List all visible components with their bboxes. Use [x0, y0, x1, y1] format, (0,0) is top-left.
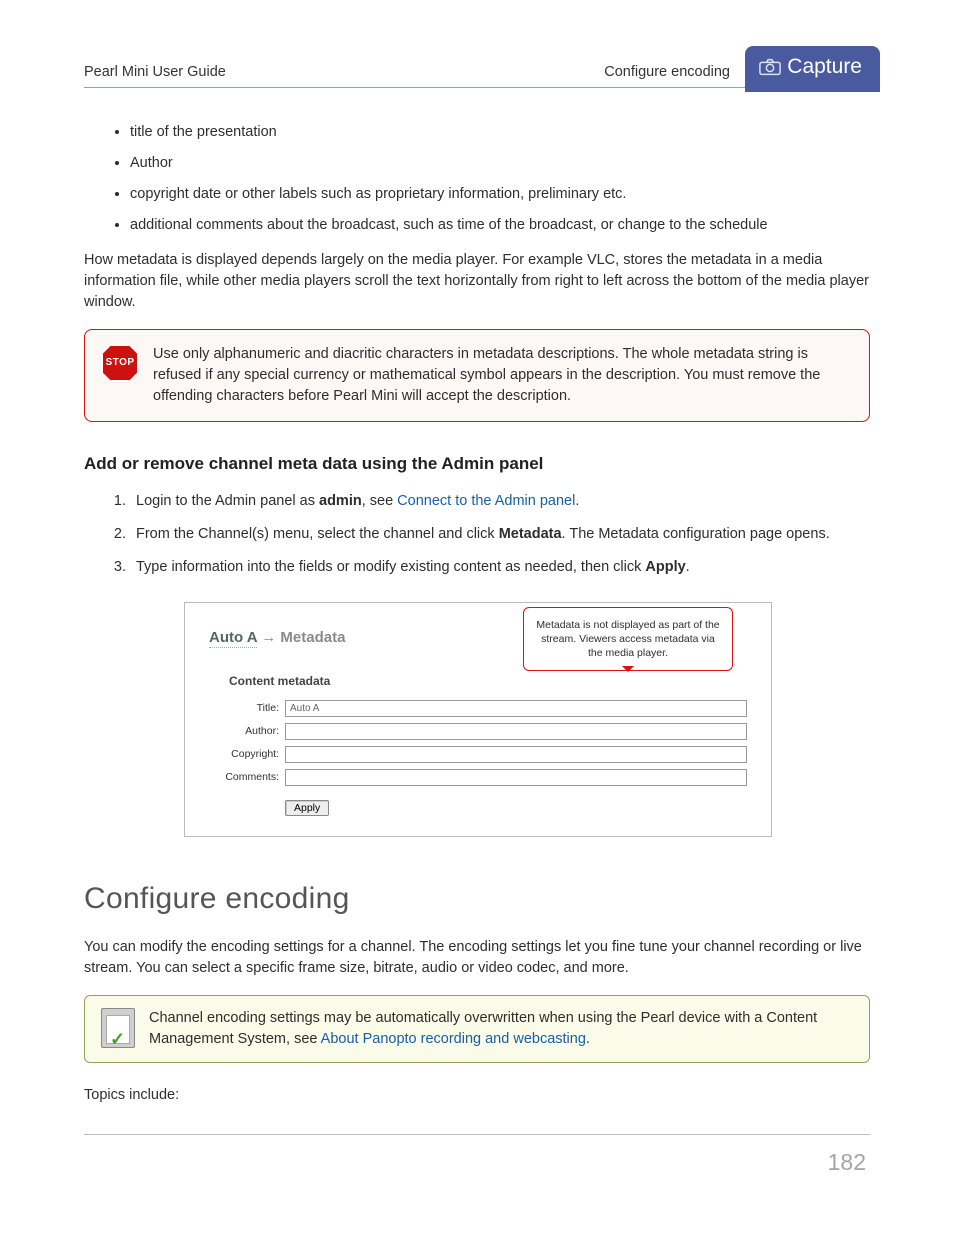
breadcrumb-page: Metadata [280, 629, 345, 646]
topics-label: Topics include: [84, 1085, 870, 1106]
stop-callout: STOP Use only alphanumeric and diacritic… [84, 329, 870, 422]
step-item: Login to the Admin panel as admin, see C… [130, 491, 870, 512]
camera-icon [759, 58, 781, 76]
callout-balloon: Metadata is not displayed as part of the… [523, 607, 733, 672]
procedure-heading: Add or remove channel meta data using th… [84, 452, 870, 477]
comments-field[interactable] [285, 769, 747, 786]
label-title: Title: [209, 701, 279, 716]
breadcrumb-channel: Auto A [209, 629, 257, 648]
admin-panel-screenshot: Metadata is not displayed as part of the… [184, 602, 772, 837]
page-header: Pearl Mini User Guide Configure encoding… [84, 62, 870, 88]
list-item: title of the presentation [130, 122, 870, 143]
section-tab-label: Capture [787, 52, 862, 82]
label-copyright: Copyright: [209, 747, 279, 762]
metadata-bullet-list: title of the presentation Author copyrig… [84, 122, 870, 236]
page-number: 182 [828, 1146, 866, 1179]
body-paragraph: You can modify the encoding settings for… [84, 937, 870, 979]
footer-divider [84, 1134, 870, 1135]
header-right: Configure encoding [604, 62, 730, 83]
list-item: Author [130, 153, 870, 174]
step-item: From the Channel(s) menu, select the cha… [130, 524, 870, 545]
content-metadata-heading: Content metadata [229, 673, 747, 690]
body-paragraph: How metadata is displayed depends largel… [84, 250, 870, 313]
title-field[interactable] [285, 700, 747, 717]
procedure-steps: Login to the Admin panel as admin, see C… [84, 491, 870, 578]
stop-icon: STOP [101, 344, 139, 382]
list-item: additional comments about the broadcast,… [130, 215, 870, 236]
section-heading: Configure encoding [84, 877, 870, 921]
clipboard-check-icon: ✓ [101, 1008, 135, 1048]
section-tab-capture: Capture [745, 46, 880, 92]
link-panopto[interactable]: About Panopto recording and webcasting [321, 1031, 586, 1047]
link-connect-admin[interactable]: Connect to the Admin panel [397, 493, 575, 509]
list-item: copyright date or other labels such as p… [130, 184, 870, 205]
tip-text: Channel encoding settings may be automat… [149, 1008, 853, 1050]
author-field[interactable] [285, 723, 747, 740]
apply-button[interactable]: Apply [285, 800, 329, 816]
label-author: Author: [209, 724, 279, 739]
label-comments: Comments: [209, 770, 279, 785]
tip-callout: ✓ Channel encoding settings may be autom… [84, 995, 870, 1063]
stop-callout-text: Use only alphanumeric and diacritic char… [153, 344, 853, 407]
copyright-field[interactable] [285, 746, 747, 763]
header-left: Pearl Mini User Guide [84, 62, 604, 83]
step-item: Type information into the fields or modi… [130, 557, 870, 578]
